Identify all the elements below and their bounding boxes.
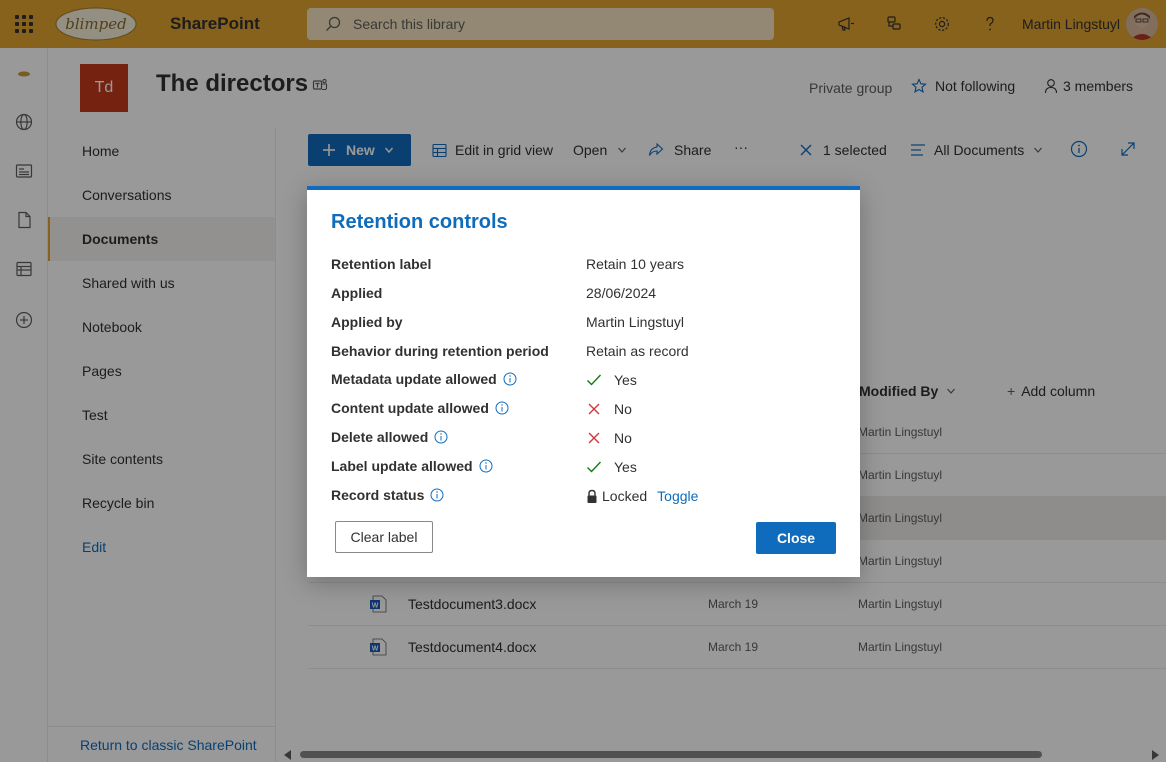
property-value: Locked	[602, 488, 648, 504]
property-row: Content update allowed No	[331, 400, 841, 422]
property-value: 28/06/2024	[586, 285, 657, 301]
property-value: Retain as record	[586, 343, 689, 359]
property-row: Delete allowed No	[331, 429, 841, 451]
cross-icon	[586, 432, 602, 444]
property-label: Content update allowed	[331, 400, 489, 416]
dialog-title: Retention controls	[331, 211, 508, 233]
property-label: Record status	[331, 487, 425, 503]
check-icon	[586, 460, 602, 474]
property-row: Retention label Retain 10 years	[331, 256, 841, 278]
property-label: Behavior during retention period	[331, 343, 549, 359]
property-value: Yes	[614, 372, 637, 388]
info-icon[interactable]	[495, 401, 509, 415]
info-icon[interactable]	[479, 459, 493, 473]
property-label: Applied	[331, 285, 383, 301]
property-label: Metadata update allowed	[331, 371, 497, 387]
property-row: Behavior during retention period Retain …	[331, 343, 841, 365]
property-value: No	[614, 430, 632, 446]
property-row: Applied 28/06/2024	[331, 285, 841, 307]
close-button[interactable]: Close	[756, 522, 836, 554]
property-value: No	[614, 401, 632, 417]
property-row: Label update allowed Yes	[331, 458, 841, 480]
cross-icon	[586, 403, 602, 415]
property-row: Record status Locked Toggle	[331, 487, 841, 509]
info-icon[interactable]	[434, 430, 448, 444]
check-icon	[586, 373, 602, 387]
property-label: Label update allowed	[331, 458, 473, 474]
info-icon[interactable]	[430, 488, 444, 502]
property-value: Martin Lingstuyl	[586, 314, 685, 330]
toggle-record-link[interactable]: Toggle	[657, 488, 698, 504]
lock-icon	[586, 489, 598, 504]
info-icon[interactable]	[503, 372, 517, 386]
property-row: Metadata update allowed Yes	[331, 371, 841, 393]
retention-dialog: Retention controls Retention label Retai…	[307, 186, 860, 577]
property-label: Retention label	[331, 256, 432, 272]
property-label: Delete allowed	[331, 429, 429, 445]
property-value: Yes	[614, 459, 637, 475]
property-row: Applied by Martin Lingstuyl	[331, 314, 841, 336]
clear-label-button[interactable]: Clear label	[335, 521, 433, 553]
property-label: Applied by	[331, 314, 403, 330]
property-value: Retain 10 years	[586, 256, 685, 272]
